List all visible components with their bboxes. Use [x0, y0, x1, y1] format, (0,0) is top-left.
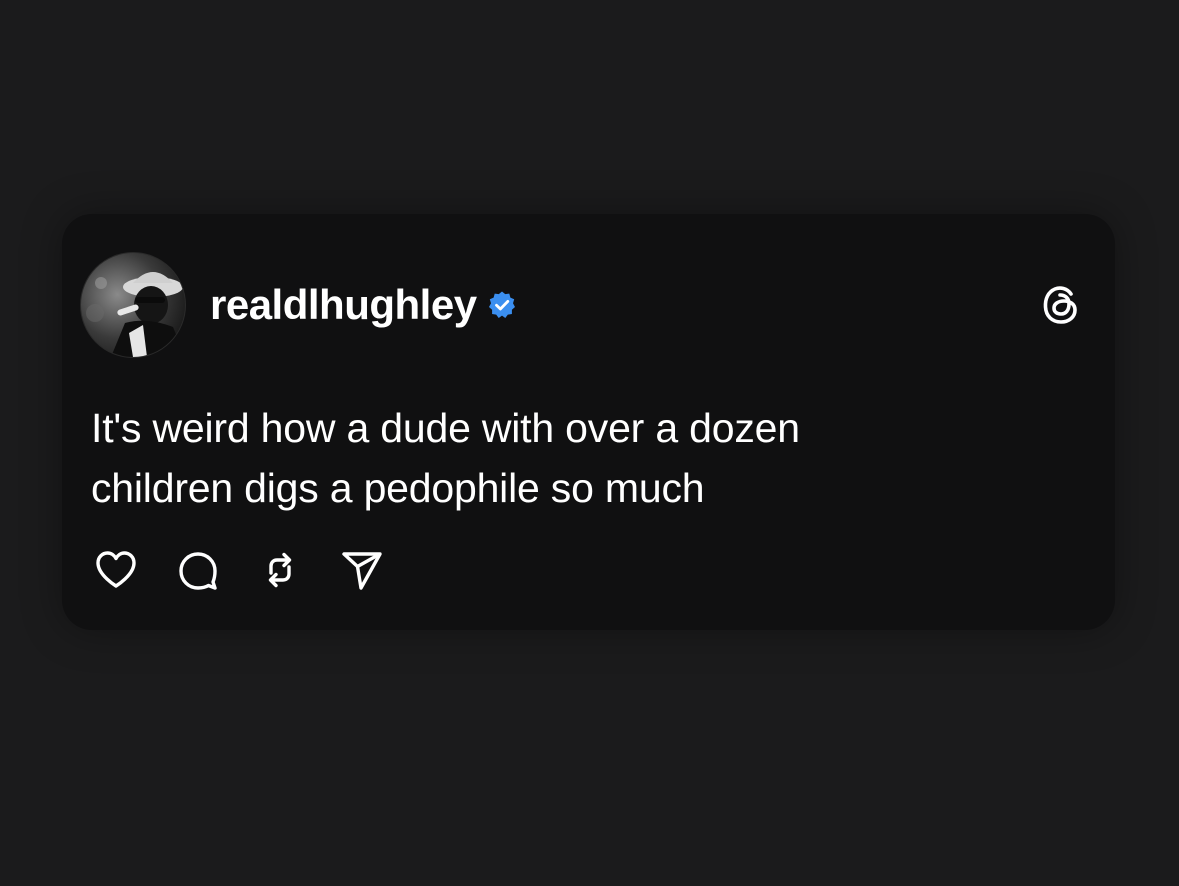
threads-logo-icon[interactable] — [1037, 281, 1085, 329]
verified-badge-icon — [487, 290, 517, 320]
post-header: realdlhughley — [80, 252, 1085, 358]
username[interactable]: realdlhughley — [210, 284, 477, 326]
post-text: It's weird how a dude with over a dozen … — [91, 398, 991, 518]
post-text-line-2: children digs a pedophile so much — [91, 465, 705, 511]
post-text-line-1: It's weird how a dude with over a dozen — [91, 405, 800, 451]
post-card: realdlhughley It's weird how a dude with… — [62, 214, 1115, 630]
repost-icon[interactable] — [254, 544, 306, 596]
heart-icon[interactable] — [90, 544, 142, 596]
action-bar — [90, 544, 388, 596]
comment-icon[interactable] — [172, 544, 224, 596]
avatar[interactable] — [80, 252, 186, 358]
share-icon[interactable] — [336, 544, 388, 596]
avatar-image — [81, 253, 185, 357]
